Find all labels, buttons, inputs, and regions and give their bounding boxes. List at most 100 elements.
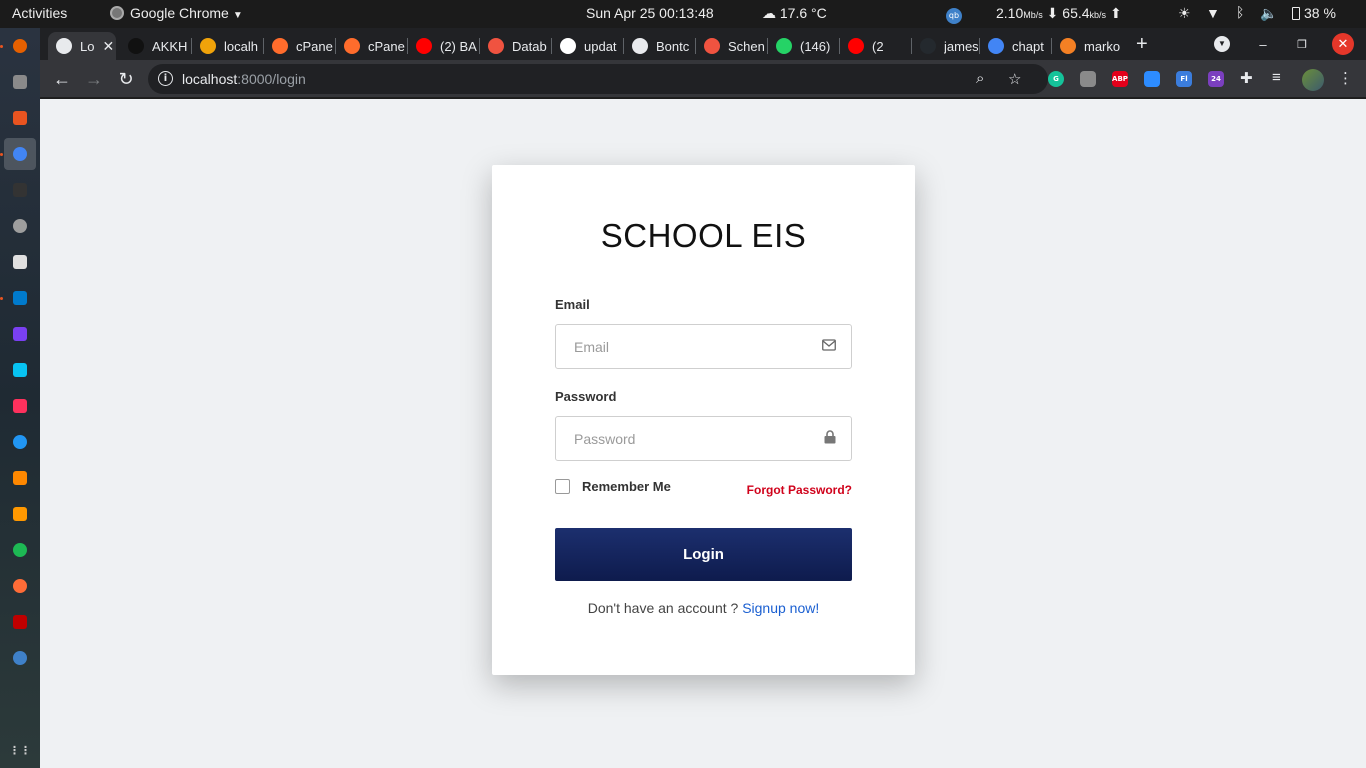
tab-title: Datab [512, 38, 547, 54]
dock-item-terminal[interactable] [4, 174, 36, 206]
lock-icon [824, 430, 836, 449]
remember-me-label[interactable]: Remember Me [582, 479, 671, 494]
dock-item-filezilla[interactable] [4, 606, 36, 638]
profile-avatar[interactable] [1302, 69, 1324, 91]
back-button[interactable]: ← [50, 67, 74, 91]
email-field-wrapper [555, 324, 852, 369]
dock-item-webstorm[interactable] [4, 354, 36, 386]
browser-tab[interactable]: Schen [696, 32, 766, 60]
media-queue-icon[interactable]: ≡ [1272, 69, 1281, 86]
bookmark-star-icon[interactable]: ☆ [1008, 70, 1021, 88]
browser-tab[interactable]: marko [1052, 32, 1122, 60]
browser-tab[interactable]: chapt [980, 32, 1050, 60]
browser-tab[interactable]: Bontc [624, 32, 694, 60]
tab-title: (2 [872, 38, 884, 54]
sublime-icon [13, 507, 27, 521]
minimize-button[interactable]: – [1253, 34, 1273, 54]
email-label: Email [555, 297, 590, 312]
browser-tab[interactable]: (2) BA [408, 32, 478, 60]
password-field-wrapper [555, 416, 852, 461]
battery-indicator[interactable]: 38 % [1292, 5, 1336, 21]
browser-tab[interactable]: AKKH [120, 32, 190, 60]
forward-button[interactable]: → [82, 67, 106, 91]
remember-me-checkbox[interactable] [555, 479, 570, 494]
dock-item-remmina[interactable] [4, 426, 36, 458]
app-menu[interactable]: Google Chrome ▼ [110, 5, 243, 21]
dock-item-intellij[interactable] [4, 390, 36, 422]
maximize-button[interactable]: ❐ [1292, 34, 1312, 54]
password-label: Password [555, 389, 617, 404]
new-tab-button[interactable]: + [1136, 33, 1148, 56]
dock-item-files[interactable] [4, 66, 36, 98]
disks-icon [13, 219, 27, 233]
grammarly-icon[interactable]: G [1048, 71, 1064, 87]
qbittorrent-icon [13, 651, 27, 665]
dock-item-phpstorm[interactable] [4, 318, 36, 350]
signup-prompt: Don't have an account ? [587, 600, 739, 616]
dock-item-chrome[interactable] [4, 138, 36, 170]
browser-tab[interactable]: localh [192, 32, 262, 60]
clock[interactable]: Sun Apr 25 00:13:48 [586, 5, 714, 21]
running-indicator [0, 297, 3, 300]
activities-button[interactable]: Activities [12, 5, 67, 21]
adblock-icon[interactable]: ABP [1112, 71, 1128, 87]
password-field[interactable] [556, 417, 851, 460]
system-top-bar: Activities Google Chrome ▼ Sun Apr 25 00:… [0, 0, 1366, 28]
reload-button[interactable]: ↻ [114, 67, 138, 91]
fl-ext-icon[interactable]: Fl [1176, 71, 1192, 87]
google-icon [560, 38, 576, 54]
forgot-password-link[interactable]: Forgot Password? [747, 483, 852, 497]
more-menu-icon[interactable]: ⋮ [1338, 69, 1353, 87]
browser-tab[interactable]: (2 [840, 32, 910, 60]
dock-item-settings[interactable] [4, 246, 36, 278]
dock-item-app-grid[interactable]: ⋮⋮ [4, 734, 36, 766]
dock-item-vlc[interactable] [4, 462, 36, 494]
browser-tab[interactable]: james [912, 32, 978, 60]
browser-tab[interactable]: cPane [336, 32, 406, 60]
volume-icon: 🔈 [1260, 5, 1278, 21]
zoom-ext-icon[interactable] [1144, 71, 1160, 87]
tab-title: localh [224, 38, 258, 54]
dock-item-spotify[interactable] [4, 534, 36, 566]
browser-tab[interactable]: Datab [480, 32, 550, 60]
extensions-puzzle-icon[interactable]: ✚ [1240, 69, 1253, 87]
dock-item-disks[interactable] [4, 210, 36, 242]
restore-icon: ❐ [1297, 38, 1307, 51]
tab-search-button[interactable]: ▼ [1212, 34, 1232, 54]
dock-item-sublime[interactable] [4, 498, 36, 530]
globe-icon [632, 38, 648, 54]
webstorm-icon [13, 363, 27, 377]
files-icon [13, 75, 27, 89]
zoom-icon[interactable]: ⌕ [976, 70, 984, 87]
browser-tab[interactable]: Lo ✕ [48, 32, 116, 60]
login-button[interactable]: Login [555, 528, 852, 581]
dock-item-firefox[interactable] [4, 30, 36, 62]
close-window-button[interactable]: ✕ [1332, 33, 1354, 55]
weather-indicator[interactable]: ☁ 17.6 °C [762, 5, 827, 22]
extension-gray-icon[interactable] [1080, 71, 1096, 87]
browser-tab[interactable]: cPane [264, 32, 334, 60]
site-info-icon[interactable]: i [158, 71, 173, 86]
qbittorrent-tray-icon[interactable]: qb [946, 5, 962, 24]
browser-tab[interactable]: (146) [768, 32, 838, 60]
url-text[interactable]: localhost:8000/login [182, 71, 306, 87]
address-bar[interactable]: i localhost:8000/login ⌕ ☆ [148, 64, 1048, 94]
laravel-icon [704, 38, 720, 54]
chrome-icon [13, 147, 27, 161]
login-card: SCHOOL EIS Email Password Remember Me Fo… [492, 165, 915, 675]
tab-title: james [944, 38, 978, 54]
dock-item-qbittorrent[interactable] [4, 642, 36, 674]
tab-title: (2) BA [440, 38, 477, 54]
dock-item-postman[interactable] [4, 570, 36, 602]
email-field[interactable] [556, 325, 851, 368]
tab-close-icon[interactable]: ✕ [102, 38, 114, 55]
badge-ext-icon[interactable]: 24 [1208, 71, 1224, 87]
browser-tab[interactable]: updat [552, 32, 622, 60]
wifi-icon: ▼ [1206, 5, 1220, 21]
signup-link[interactable]: Signup now! [742, 600, 819, 616]
net-speed-indicator[interactable]: 2.10Mb/s ⬇ 65.4kb/s ⬆ [996, 5, 1122, 22]
remmina-icon [13, 435, 27, 449]
dock-item-vscode[interactable] [4, 282, 36, 314]
brightness-icon: ☀ [1178, 5, 1191, 21]
dock-item-software[interactable] [4, 102, 36, 134]
